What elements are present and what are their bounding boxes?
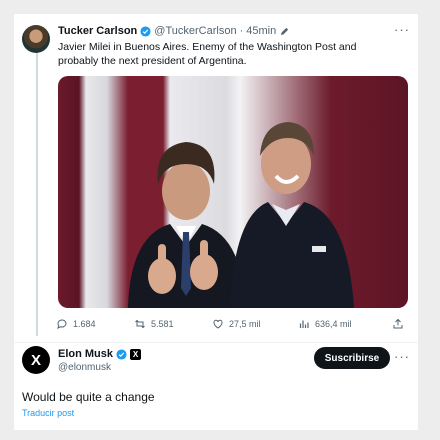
reply-text: Would be quite a change [22, 390, 155, 404]
avatar[interactable] [22, 25, 50, 53]
more-icon[interactable]: ··· [394, 22, 410, 37]
verified-icon [140, 25, 151, 37]
separator: · [239, 25, 244, 37]
tweet-actions: 1.684 5.581 27,5 mil 636,4 mil [56, 318, 408, 334]
translate-link[interactable]: Traducir post [22, 408, 74, 418]
like-button[interactable]: 27,5 mil [212, 318, 261, 330]
reply-count: 1.684 [73, 319, 96, 329]
verified-icon [116, 348, 127, 360]
share-button[interactable] [392, 318, 404, 330]
divider [14, 342, 418, 343]
tweet-text: Javier Milei in Buenos Aires. Enemy of t… [58, 41, 357, 67]
photo-illustration [128, 122, 354, 308]
avatar[interactable]: X [22, 346, 50, 374]
thread-line [36, 52, 38, 336]
subscribe-button[interactable]: Suscribirse [314, 347, 390, 369]
affiliate-badge-icon: X [130, 348, 142, 360]
more-icon[interactable]: ··· [394, 349, 410, 364]
author-handle[interactable]: @elonmusk [58, 362, 111, 373]
edit-pencil-icon [281, 27, 289, 35]
share-icon [393, 318, 403, 329]
views-button[interactable]: 636,4 mil [298, 318, 352, 330]
tweet-photo[interactable] [58, 76, 408, 308]
author-name[interactable]: Tucker Carlson [58, 25, 137, 37]
author-handle[interactable]: @TuckerCarlson [154, 25, 236, 37]
views-chart-icon [299, 320, 309, 328]
reply-icon [57, 319, 67, 329]
views-count: 636,4 mil [315, 319, 352, 329]
reply-button[interactable]: 1.684 [56, 318, 96, 330]
tweet-header: Tucker Carlson @TuckerCarlson · 45min [58, 25, 290, 37]
author-name[interactable]: Elon Musk [58, 348, 113, 360]
like-count: 27,5 mil [229, 319, 261, 329]
reply-header: Elon Musk X [58, 348, 142, 360]
retweet-count: 5.581 [151, 319, 174, 329]
heart-icon [213, 319, 223, 329]
retweet-button[interactable]: 5.581 [134, 318, 174, 330]
timestamp[interactable]: 45min [246, 25, 276, 37]
retweet-icon [135, 319, 145, 329]
